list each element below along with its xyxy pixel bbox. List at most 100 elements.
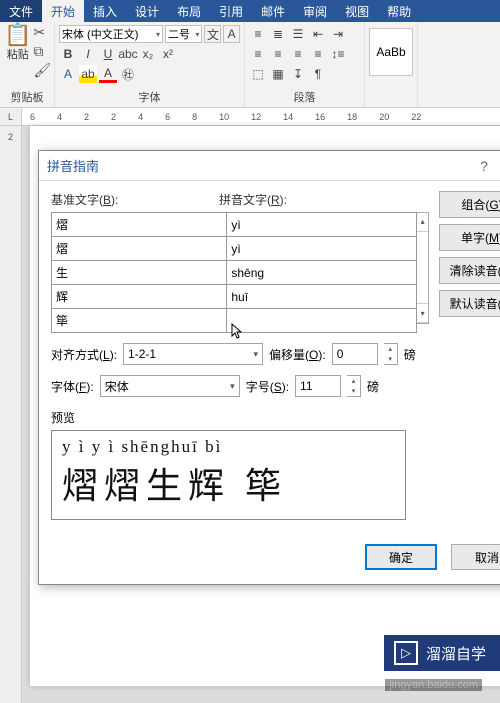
multilevel-button[interactable]: ☰	[289, 25, 307, 43]
phonetic-guide-dialog: 拼音指南 ? ✕ 基准文字(B): 拼音文字(R): 熠yì 熠yì 生shēn…	[38, 150, 500, 585]
font-color-button[interactable]: A	[99, 65, 117, 83]
size-stepper[interactable]: ▴▾	[347, 375, 361, 397]
tab-layout[interactable]: 布局	[168, 0, 210, 22]
watermark-sub: ZIXUE	[467, 625, 494, 635]
clear-reading-button[interactable]: 清除读音(C)	[439, 257, 500, 284]
bold-button[interactable]: B	[59, 45, 77, 63]
table-row: 生shēng	[52, 261, 417, 285]
base-cell[interactable]: 熠	[52, 237, 227, 261]
preview-label: 预览	[51, 409, 429, 426]
tab-mail[interactable]: 邮件	[252, 0, 294, 22]
offset-label: 偏移量(O):	[269, 346, 326, 363]
tab-insert[interactable]: 插入	[84, 0, 126, 22]
tab-file[interactable]: 文件	[0, 0, 42, 22]
char-border-button[interactable]: A	[223, 25, 240, 43]
preview-pinyin: y ì y ì shēnghuī bì	[62, 437, 395, 457]
base-cell[interactable]: 熠	[52, 213, 227, 237]
align-left-button[interactable]: ≡	[249, 45, 267, 63]
base-cell[interactable]: 筚	[52, 309, 227, 333]
ruby-text-label: 拼音文字(R):	[219, 191, 287, 208]
align-right-button[interactable]: ≡	[289, 45, 307, 63]
tab-home[interactable]: 开始	[42, 0, 84, 22]
copy-icon[interactable]: ⧉	[33, 43, 51, 60]
underline-button[interactable]: U	[99, 45, 117, 63]
line-spacing-button[interactable]: ↕≡	[329, 45, 347, 63]
align-select[interactable]: 1-2-1▾	[123, 343, 263, 365]
offset-stepper[interactable]: ▴▾	[384, 343, 398, 365]
tab-help[interactable]: 帮助	[378, 0, 420, 22]
ruler-marks: 642246810121416182022	[30, 112, 421, 122]
paste-label: 粘贴	[7, 49, 29, 61]
ruler-corner: L	[0, 108, 22, 125]
tab-view[interactable]: 视图	[336, 0, 378, 22]
align-center-button[interactable]: ≡	[269, 45, 287, 63]
tab-references[interactable]: 引用	[210, 0, 252, 22]
group-styles: AaBb	[365, 22, 418, 107]
table-row: 熠yì	[52, 237, 417, 261]
default-reading-button[interactable]: 默认读音(D)	[439, 290, 500, 317]
offset-input[interactable]: 0	[332, 343, 378, 365]
highlight-button[interactable]: ab	[79, 65, 97, 83]
align-justify-button[interactable]: ≡	[309, 45, 327, 63]
font-label: 字体(F):	[51, 378, 94, 395]
table-row: 筚	[52, 309, 417, 333]
ruby-cell[interactable]	[227, 309, 417, 333]
base-cell[interactable]: 生	[52, 261, 227, 285]
borders-button[interactable]: ▦	[269, 65, 287, 83]
table-row: 熠yì	[52, 213, 417, 237]
ruby-cell[interactable]: yì	[227, 237, 417, 261]
sort-button[interactable]: ↧	[289, 65, 307, 83]
help-button[interactable]: ?	[469, 158, 499, 174]
tab-review[interactable]: 审阅	[294, 0, 336, 22]
ruby-cell[interactable]: huī	[227, 285, 417, 309]
table-row: 辉huī	[52, 285, 417, 309]
italic-button[interactable]: I	[79, 45, 97, 63]
indent-dec-button[interactable]: ⇤	[309, 25, 327, 43]
base-text-label: 基准文字(B):	[51, 191, 219, 208]
style-swatch[interactable]: AaBb	[369, 28, 413, 76]
preview-box: y ì y ì shēnghuī bì 熠熠生辉 筚	[51, 430, 406, 520]
play-icon: ▷	[394, 641, 418, 665]
ruler-vertical: 2	[0, 126, 22, 703]
subscript-button[interactable]: x₂	[139, 45, 157, 63]
cancel-button[interactable]: 取消	[451, 544, 500, 570]
font-family-combo[interactable]: 宋体 (中文正文)▾	[59, 25, 163, 43]
indent-inc-button[interactable]: ⇥	[329, 25, 347, 43]
align-label: 对齐方式(L):	[51, 346, 117, 363]
text-effects-button[interactable]: A	[59, 65, 77, 83]
paste-button[interactable]: 📋 粘贴	[4, 24, 31, 89]
superscript-button[interactable]: x²	[159, 45, 177, 63]
font-size-combo[interactable]: 二号▾	[165, 25, 202, 43]
group-clipboard: 📋 粘贴 ✂ ⧉ 🖌 剪贴板	[0, 22, 55, 107]
enclose-button[interactable]: ㊓	[119, 65, 137, 83]
bullets-button[interactable]: ≡	[249, 25, 267, 43]
base-cell[interactable]: 辉	[52, 285, 227, 309]
ribbon: 📋 粘贴 ✂ ⧉ 🖌 剪贴板 宋体 (中文正文)▾ 二号▾ 文 A B I U	[0, 22, 500, 108]
mono-button[interactable]: 单字(M)	[439, 224, 500, 251]
ruby-cell[interactable]: yì	[227, 213, 417, 237]
ruby-font-select[interactable]: 宋体▾	[100, 375, 240, 397]
ruby-size-input[interactable]: 11	[295, 375, 341, 397]
format-painter-icon[interactable]: 🖌	[33, 62, 51, 79]
phonetic-guide-button[interactable]: 文	[204, 25, 221, 43]
ruler-horizontal: L 642246810121416182022	[0, 108, 500, 126]
ruby-cell[interactable]: shēng	[227, 261, 417, 285]
cut-icon[interactable]: ✂	[33, 24, 51, 41]
tab-design[interactable]: 设计	[126, 0, 168, 22]
font-group-label: 字体	[59, 89, 240, 107]
table-scrollbar[interactable]: ▴▾	[417, 212, 429, 324]
menubar: 文件 开始 插入 设计 布局 引用 邮件 审阅 视图 帮助	[0, 0, 500, 22]
strike-button[interactable]: abc	[119, 45, 137, 63]
watermark-text: 溜溜自学	[426, 643, 486, 664]
group-paragraph: ≡ ≣ ☰ ⇤ ⇥ ≡ ≡ ≡ ≡ ↕≡ ⬚ ▦ ↧ ¶ 段落	[245, 22, 365, 107]
numbering-button[interactable]: ≣	[269, 25, 287, 43]
combine-button[interactable]: 组合(G)	[439, 191, 500, 218]
clipboard-icon: 📋	[4, 24, 31, 46]
dialog-titlebar: 拼音指南 ? ✕	[39, 151, 500, 181]
ok-button[interactable]: 确定	[365, 544, 437, 570]
show-marks-button[interactable]: ¶	[309, 65, 327, 83]
group-font: 宋体 (中文正文)▾ 二号▾ 文 A B I U abc x₂ x² A ab …	[55, 22, 245, 107]
shading-button[interactable]: ⬚	[249, 65, 267, 83]
phonetic-table: 熠yì 熠yì 生shēng 辉huī 筚	[51, 212, 417, 333]
para-group-label: 段落	[249, 89, 360, 107]
